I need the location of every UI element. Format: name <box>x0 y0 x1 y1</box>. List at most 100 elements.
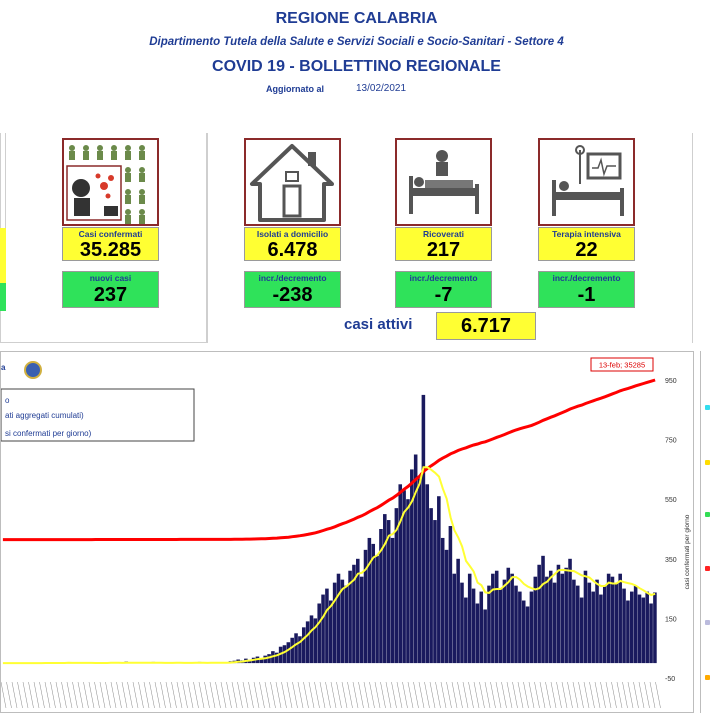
legend-item: ati aggregati cumulati) <box>5 411 84 420</box>
x-axis-date-label <box>490 681 496 709</box>
x-axis-date-label <box>605 681 612 709</box>
right-axis-label: casi confermati per giorno <box>684 514 691 589</box>
x-axis-date-label <box>484 681 491 709</box>
x-axis-date-label <box>638 681 645 709</box>
x-axis-date-label <box>275 681 282 709</box>
crowd-virus-icon <box>62 138 159 226</box>
daily-cases-bar <box>417 478 422 664</box>
x-axis-date-label <box>160 681 166 709</box>
daily-cases-bar <box>383 514 387 664</box>
x-axis-date-label <box>259 681 265 709</box>
daily-cases-bar <box>629 591 634 664</box>
daily-cases-bar <box>575 585 580 664</box>
panel-divider <box>207 133 208 343</box>
x-axis-date-label <box>220 681 227 709</box>
daily-cases-bar <box>633 585 638 664</box>
daily-cases-bar <box>525 606 530 664</box>
intensive-care-value: 22 <box>538 239 635 261</box>
x-axis-date-label <box>39 681 45 709</box>
x-axis-date-label <box>578 681 584 709</box>
x-axis-date-label <box>308 681 315 709</box>
x-axis-date-label <box>138 681 144 709</box>
hospitalized-value: 217 <box>395 239 492 261</box>
x-axis-date-label <box>396 681 403 709</box>
daily-cases-bar <box>595 579 599 664</box>
x-axis-date-label <box>539 681 546 709</box>
daily-cases-bar <box>510 573 514 664</box>
x-axis-date-label <box>341 681 348 709</box>
daily-cases-bar <box>545 576 549 664</box>
active-cases-label: casi attivi <box>344 316 413 333</box>
daily-cases-bar <box>371 543 376 664</box>
x-axis-date-label <box>457 681 463 709</box>
daily-cases-bar <box>587 582 592 664</box>
x-axis-date-label <box>215 681 221 709</box>
x-axis-date-label <box>572 681 579 709</box>
x-axis-date-label <box>429 681 436 709</box>
daily-cases-bar <box>494 570 499 664</box>
cropped-card-green <box>0 283 6 311</box>
daily-cases-bar <box>359 576 364 664</box>
daily-cases-bar <box>321 594 325 664</box>
x-axis-date-label <box>116 681 122 709</box>
x-axis-date-label <box>171 681 177 709</box>
x-axis-date-label <box>633 681 639 709</box>
daily-cases-bar <box>568 558 572 664</box>
x-axis-date-label <box>655 681 661 709</box>
x-axis-date-label <box>121 681 128 709</box>
daily-cases-bar <box>282 645 287 664</box>
x-axis-date-label <box>209 681 216 709</box>
x-axis-date-label <box>468 681 474 709</box>
x-axis-date-label <box>303 681 309 709</box>
x-axis-date-label <box>237 681 243 709</box>
x-axis-date-label <box>369 681 375 709</box>
home-isolation-delta-label: incr./decremento <box>244 271 341 283</box>
daily-cases-bar <box>444 549 449 664</box>
daily-cases-bar <box>626 600 630 664</box>
hospitalized-delta-value: -7 <box>395 283 492 308</box>
x-axis-date-label <box>253 681 260 709</box>
confirmed-label: Casi confermati <box>62 227 159 239</box>
daily-cases-bar <box>491 573 495 664</box>
daily-cases-bar <box>479 591 484 664</box>
x-axis-date-label <box>440 681 447 709</box>
daily-cases-bar <box>460 582 464 664</box>
x-axis-date-label <box>517 681 524 709</box>
x-axis-date-label <box>286 681 293 709</box>
daily-cases-bar <box>649 603 653 664</box>
x-axis-date-label <box>495 681 502 709</box>
x-axis-date-label <box>446 681 452 709</box>
legend-item: o <box>5 396 10 405</box>
x-axis-date-label <box>385 681 392 709</box>
daily-cases-bar <box>467 573 472 664</box>
x-axis-date-label <box>226 681 232 709</box>
house-icon <box>244 138 341 226</box>
x-axis-date-label <box>380 681 386 709</box>
daily-cases-bar <box>487 585 491 664</box>
x-axis-date-label <box>28 681 34 709</box>
x-axis-date-label <box>0 681 7 709</box>
daily-cases-bar <box>579 597 584 664</box>
x-axis-date-label <box>589 681 595 709</box>
x-axis-date-label <box>534 681 540 709</box>
new-cases-label: nuovi casi <box>62 271 159 283</box>
daily-cases-bar <box>390 537 395 664</box>
daily-cases-chart: o ati aggregati cumulati) si confermati … <box>0 351 694 713</box>
home-isolation-delta-value: -238 <box>244 283 341 308</box>
daily-cases-bar <box>452 573 457 664</box>
hospital-bed-icon <box>395 138 492 226</box>
legend-marker <box>705 460 710 465</box>
right-axis-tick: 750 <box>665 438 677 445</box>
x-axis-date-label <box>407 681 414 709</box>
x-axis-date-label <box>50 681 56 709</box>
x-axis-date-label <box>506 681 513 709</box>
daily-cases-bar <box>583 570 588 664</box>
daily-cases-bar <box>413 454 418 664</box>
x-axis-date-label <box>143 681 150 709</box>
daily-cases-bar <box>606 573 611 664</box>
daily-cases-bar <box>514 585 518 664</box>
x-axis-date-label <box>391 681 397 709</box>
x-axis-date-label <box>149 681 155 709</box>
x-axis-date-label <box>347 681 353 709</box>
daily-cases-bar <box>448 526 453 664</box>
